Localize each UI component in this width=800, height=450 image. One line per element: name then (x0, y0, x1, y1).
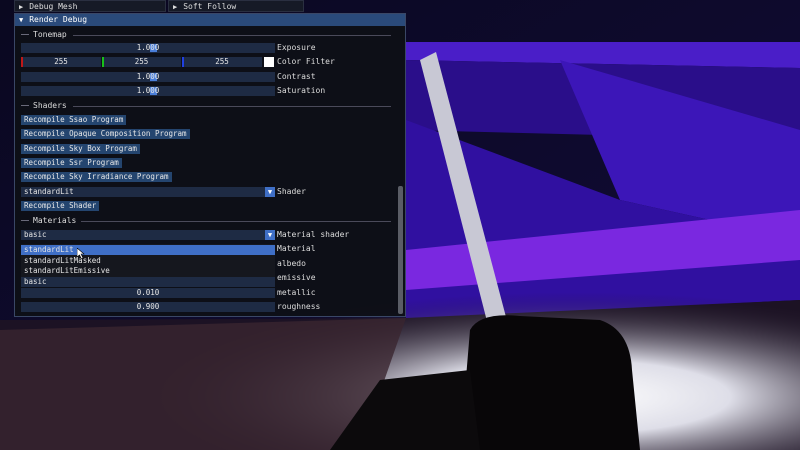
material-shader-select[interactable]: basic ▼ (21, 230, 275, 240)
color-g-value: 255 (134, 57, 149, 66)
debug-mesh-header[interactable]: ▶ Debug Mesh (14, 0, 166, 12)
color-filter-g[interactable]: 255 (102, 57, 181, 67)
recompile-sky-box-button[interactable]: Recompile Sky Box Program (21, 144, 140, 154)
color-filter-swatch[interactable] (264, 57, 274, 67)
collapse-triangle-icon[interactable]: ▼ (19, 14, 23, 26)
separator-line (73, 106, 391, 107)
tonemap-header-label: Tonemap (33, 30, 67, 39)
chevron-down-icon[interactable]: ▼ (265, 230, 275, 240)
option-label: standardLit (24, 245, 74, 254)
recompile-sky-irradiance-button[interactable]: Recompile Sky Irradiance Program (21, 172, 172, 182)
tonemap-header[interactable]: Tonemap (21, 30, 391, 40)
metallic-value: 0.010 (136, 288, 160, 297)
window-title: Render Debug (29, 15, 88, 24)
metallic-slider[interactable]: 0.010 (21, 288, 275, 298)
color-filter-b[interactable]: 255 (182, 57, 262, 67)
blue-channel-marker (182, 57, 184, 67)
dropdown-option-basic[interactable]: basic (21, 277, 275, 287)
window-scrollbar[interactable] (398, 186, 403, 314)
mouse-cursor-icon (77, 248, 85, 259)
shader-select-value: standardLit (24, 187, 74, 196)
materials-header-label: Materials (33, 216, 77, 225)
recompile-opaque-composition-button[interactable]: Recompile Opaque Composition Program (21, 129, 190, 139)
materials-header[interactable]: Materials (21, 216, 391, 226)
exposure-value: 1.000 (136, 43, 160, 52)
roughness-label: roughness (277, 302, 321, 311)
red-channel-marker (21, 57, 23, 67)
collapse-triangle-icon: ▶ (19, 3, 24, 11)
albedo-label: albedo (277, 259, 306, 268)
color-filter-label: Color Filter (277, 57, 335, 66)
green-channel-marker (102, 57, 104, 67)
debug-mesh-label: Debug Mesh (29, 2, 78, 11)
header-dash (21, 105, 29, 106)
separator-line (81, 221, 391, 222)
collapse-triangle-icon: ▶ (173, 3, 178, 11)
shader-select[interactable]: standardLit ▼ (21, 187, 275, 197)
exposure-label: Exposure (277, 43, 316, 52)
exposure-slider[interactable]: 1.000 (21, 43, 275, 53)
material-shader-select-value: basic (24, 230, 47, 239)
option-label: standardLitMasked (24, 256, 101, 265)
recompile-ssr-button[interactable]: Recompile Ssr Program (21, 158, 122, 168)
material-shader-label: Material shader (277, 230, 350, 239)
option-label: basic (24, 277, 47, 286)
contrast-value: 1.000 (136, 72, 160, 81)
shaders-header-label: Shaders (33, 101, 67, 110)
soft-follow-header[interactable]: ▶ Soft Follow (168, 0, 304, 12)
saturation-value: 1.000 (136, 86, 160, 95)
dropdown-option-standardlitemissive[interactable]: standardLitEmissive (21, 266, 275, 276)
shader-label: Shader (277, 187, 306, 196)
contrast-slider[interactable]: 1.000 (21, 72, 275, 82)
header-dash (21, 220, 29, 221)
roughness-value: 0.900 (136, 302, 160, 311)
recompile-ssao-button[interactable]: Recompile Ssao Program (21, 115, 127, 125)
option-label: standardLitEmissive (24, 266, 110, 275)
color-filter-r[interactable]: 255 (21, 57, 101, 67)
dropdown-option-standardlit[interactable]: standardLit (21, 245, 275, 255)
saturation-slider[interactable]: 1.000 (21, 86, 275, 96)
shaders-header[interactable]: Shaders (21, 101, 391, 111)
soft-follow-label: Soft Follow (183, 2, 237, 11)
color-r-value: 255 (54, 57, 68, 66)
recompile-shader-button[interactable]: Recompile Shader (21, 201, 100, 211)
contrast-label: Contrast (277, 72, 316, 81)
color-b-value: 255 (215, 57, 229, 66)
chevron-down-icon[interactable]: ▼ (265, 187, 275, 197)
dropdown-option-standardlitmasked[interactable]: standardLitMasked (21, 256, 275, 266)
header-dash (21, 34, 29, 35)
separator-line (73, 35, 391, 36)
roughness-slider[interactable]: 0.900 (21, 302, 275, 312)
emissive-label: emissive (277, 273, 316, 282)
render-debug-window[interactable]: ▼ Render Debug Tonemap 1.000 Exposure 255… (14, 13, 406, 317)
metallic-label: metallic (277, 288, 316, 297)
material-label: Material (277, 244, 316, 253)
window-title-bar[interactable]: ▼ Render Debug (15, 14, 405, 26)
saturation-label: Saturation (277, 86, 326, 95)
